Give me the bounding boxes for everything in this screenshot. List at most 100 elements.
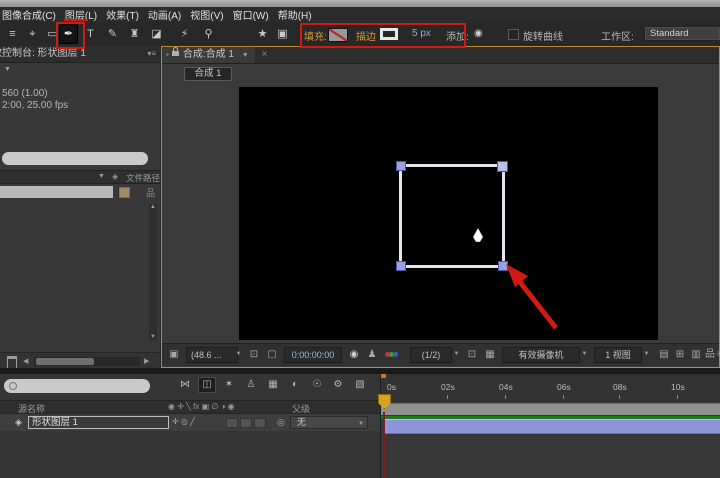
- file-path-column-header[interactable]: 文件路径: [126, 172, 160, 184]
- scroll-up-icon[interactable]: ▲: [150, 204, 156, 210]
- unified-camera-tool-icon[interactable]: ≡: [3, 24, 22, 44]
- auto-keyframe-icon[interactable]: ☉: [308, 377, 326, 393]
- work-area-bar[interactable]: [381, 403, 720, 415]
- menu-item-effect[interactable]: 效果(T): [106, 7, 139, 22]
- add-cycle-icon[interactable]: ◉: [474, 28, 483, 39]
- motion-blur-icon[interactable]: ▦: [264, 377, 282, 393]
- project-hscrollbar[interactable]: [34, 357, 140, 366]
- fill-label[interactable]: 填充:: [304, 28, 327, 43]
- comp-mini-flow-icon[interactable]: ⋈: [176, 377, 194, 393]
- always-preview-icon[interactable]: ▣: [166, 347, 182, 362]
- label-tag-icon[interactable]: ◈: [112, 172, 118, 181]
- resolution-dropdown[interactable]: (1/2): [410, 347, 452, 363]
- menu-item-composition[interactable]: 图像合成(C): [2, 7, 56, 22]
- exposure-icon[interactable]: ☀: [713, 347, 720, 362]
- mask-shape-icon[interactable]: ▣: [273, 24, 292, 44]
- puppet-pin-tool-icon[interactable]: ⚲: [199, 24, 218, 44]
- scroll-right-icon[interactable]: ▶: [144, 357, 149, 365]
- magnification-dropdown[interactable]: (48.6 ...: [186, 347, 238, 363]
- stroke-width-value[interactable]: 5 px: [412, 28, 431, 39]
- comp-breadcrumb[interactable]: 合成 1: [184, 67, 232, 81]
- project-selected-row[interactable]: 品: [0, 186, 160, 198]
- menu-item-view[interactable]: 视图(V): [190, 7, 223, 22]
- layer-switch-icons[interactable]: ✛ ◎ ╱: [172, 417, 195, 426]
- frame-blending-icon[interactable]: ♙: [242, 377, 260, 393]
- layer-badge-icon[interactable]: ◈: [15, 417, 22, 428]
- pixel-aspect-icon[interactable]: ▤: [656, 347, 672, 362]
- fast-preview-icon[interactable]: ⊞: [672, 347, 688, 362]
- hscroll-thumb[interactable]: [36, 358, 94, 365]
- composition-tab-title[interactable]: 合成:合成 1: [183, 49, 234, 60]
- stroke-label[interactable]: 描边: [356, 28, 376, 43]
- menu-item-help[interactable]: 帮助(H): [278, 7, 312, 22]
- panel-menu-icon[interactable]: ▾≡: [147, 46, 156, 62]
- project-column-header-row[interactable]: ▼ ◈ 文件路径: [0, 170, 160, 184]
- brush-tool-icon[interactable]: ✎: [103, 24, 122, 44]
- effect-controls-tabbar[interactable]: 特效控制台: 形状图层 1 ▾≡: [0, 46, 160, 63]
- vertex-handle-bottomright[interactable]: [498, 261, 508, 271]
- chart-toggle-icon[interactable]: ▧: [351, 377, 369, 393]
- column-sort-caret-icon[interactable]: ▼: [98, 173, 105, 180]
- playhead-line[interactable]: [383, 412, 385, 478]
- timeline-search-input[interactable]: [4, 379, 150, 393]
- lock-icon[interactable]: [172, 51, 179, 56]
- tab-dropdown-icon[interactable]: ▼: [242, 52, 249, 59]
- layer-name-edit-field[interactable]: 形状图层 1: [28, 416, 169, 429]
- menu-item-window[interactable]: 窗口(W): [233, 7, 269, 22]
- tab-close-icon[interactable]: ×: [261, 49, 267, 60]
- draft3d-icon[interactable]: ◫: [198, 377, 216, 393]
- magnification-caret-icon[interactable]: ▼: [235, 347, 242, 362]
- show-channels-icon[interactable]: [382, 347, 402, 362]
- brainstorm-icon[interactable]: ◐: [286, 377, 304, 393]
- clone-stamp-tool-icon[interactable]: ♜: [125, 24, 144, 44]
- transparency-grid-icon[interactable]: ▦: [482, 347, 498, 362]
- project-search-input[interactable]: [2, 152, 148, 165]
- mode-box-1[interactable]: [226, 418, 238, 428]
- composition-tab[interactable]: ▪合成:合成 1 ▼: [162, 47, 255, 63]
- shape-path-square[interactable]: [399, 164, 505, 268]
- camera-caret-icon[interactable]: ▼: [581, 347, 588, 362]
- resolution-caret-icon[interactable]: ▼: [453, 347, 460, 362]
- label-color-chip[interactable]: [119, 187, 130, 198]
- project-vscrollbar[interactable]: ▲ ▼: [149, 204, 157, 340]
- camera-track-tool-icon[interactable]: ⌖: [23, 24, 42, 44]
- safe-zones-icon[interactable]: ⊡: [246, 347, 262, 362]
- layer-duration-bar[interactable]: [383, 419, 720, 434]
- menu-item-animation[interactable]: 动画(A): [148, 7, 181, 22]
- rotobezier-checkbox[interactable]: [508, 29, 519, 40]
- fill-swatch[interactable]: [328, 28, 348, 42]
- vertex-handle-topleft[interactable]: [396, 161, 406, 171]
- mode-box-3[interactable]: [254, 418, 266, 428]
- stroke-swatch[interactable]: [380, 28, 398, 40]
- layer-row[interactable]: ◈ 形状图层 1 ✛ ◎ ╱ ◎ 无 ▼: [0, 414, 380, 431]
- view-layout-dropdown[interactable]: 1 视图: [594, 347, 642, 363]
- parent-pickwhip-icon[interactable]: ◎: [277, 417, 285, 428]
- time-ruler[interactable]: 0s 02s 04s 06s 08s 10s: [381, 374, 720, 402]
- region-of-interest-icon[interactable]: ▢: [264, 347, 280, 362]
- region-toggle-icon[interactable]: ⊡: [464, 347, 480, 362]
- menu-item-layer[interactable]: 图层(L): [65, 7, 97, 22]
- workspace-dropdown[interactable]: Standard: [644, 26, 720, 41]
- eraser-tool-icon[interactable]: ◪: [147, 24, 166, 44]
- parent-dropdown[interactable]: 无 ▼: [290, 416, 368, 429]
- active-camera-dropdown[interactable]: 有效摄像机: [502, 347, 580, 363]
- scroll-left-icon[interactable]: ◀: [23, 357, 28, 365]
- pen-tool-icon[interactable]: ✒: [59, 24, 78, 44]
- mode-box-2[interactable]: [240, 418, 252, 428]
- rotobrush-tool-icon[interactable]: ⚡: [175, 24, 194, 44]
- scroll-down-icon[interactable]: ▼: [150, 334, 156, 340]
- view-caret-icon[interactable]: ▼: [643, 347, 650, 362]
- snapshot-icon[interactable]: ◉: [346, 347, 362, 362]
- collapse-caret-icon[interactable]: ▼: [4, 66, 11, 73]
- type-tool-icon[interactable]: T: [81, 24, 100, 44]
- composition-viewport[interactable]: [239, 87, 658, 340]
- tool-bar: ≡ ⌖ ▭ ✒ T ✎ ♜ ◪ ⚡ ⚲ ★ ▣ 填充: 描边 5 px 添加: …: [0, 22, 720, 47]
- star-shape-tool-icon[interactable]: ★: [253, 24, 272, 44]
- show-snapshot-icon[interactable]: ♟: [364, 347, 380, 362]
- graph-editor-icon[interactable]: ⚙: [329, 377, 347, 393]
- vertex-handle-bottomleft[interactable]: [396, 261, 406, 271]
- hide-shy-layers-icon[interactable]: ✶: [220, 377, 238, 393]
- current-time-display[interactable]: 0:00:00:00: [284, 347, 342, 363]
- vertex-handle-topright[interactable]: [497, 161, 508, 172]
- flowchart-icon[interactable]: 品: [146, 186, 155, 199]
